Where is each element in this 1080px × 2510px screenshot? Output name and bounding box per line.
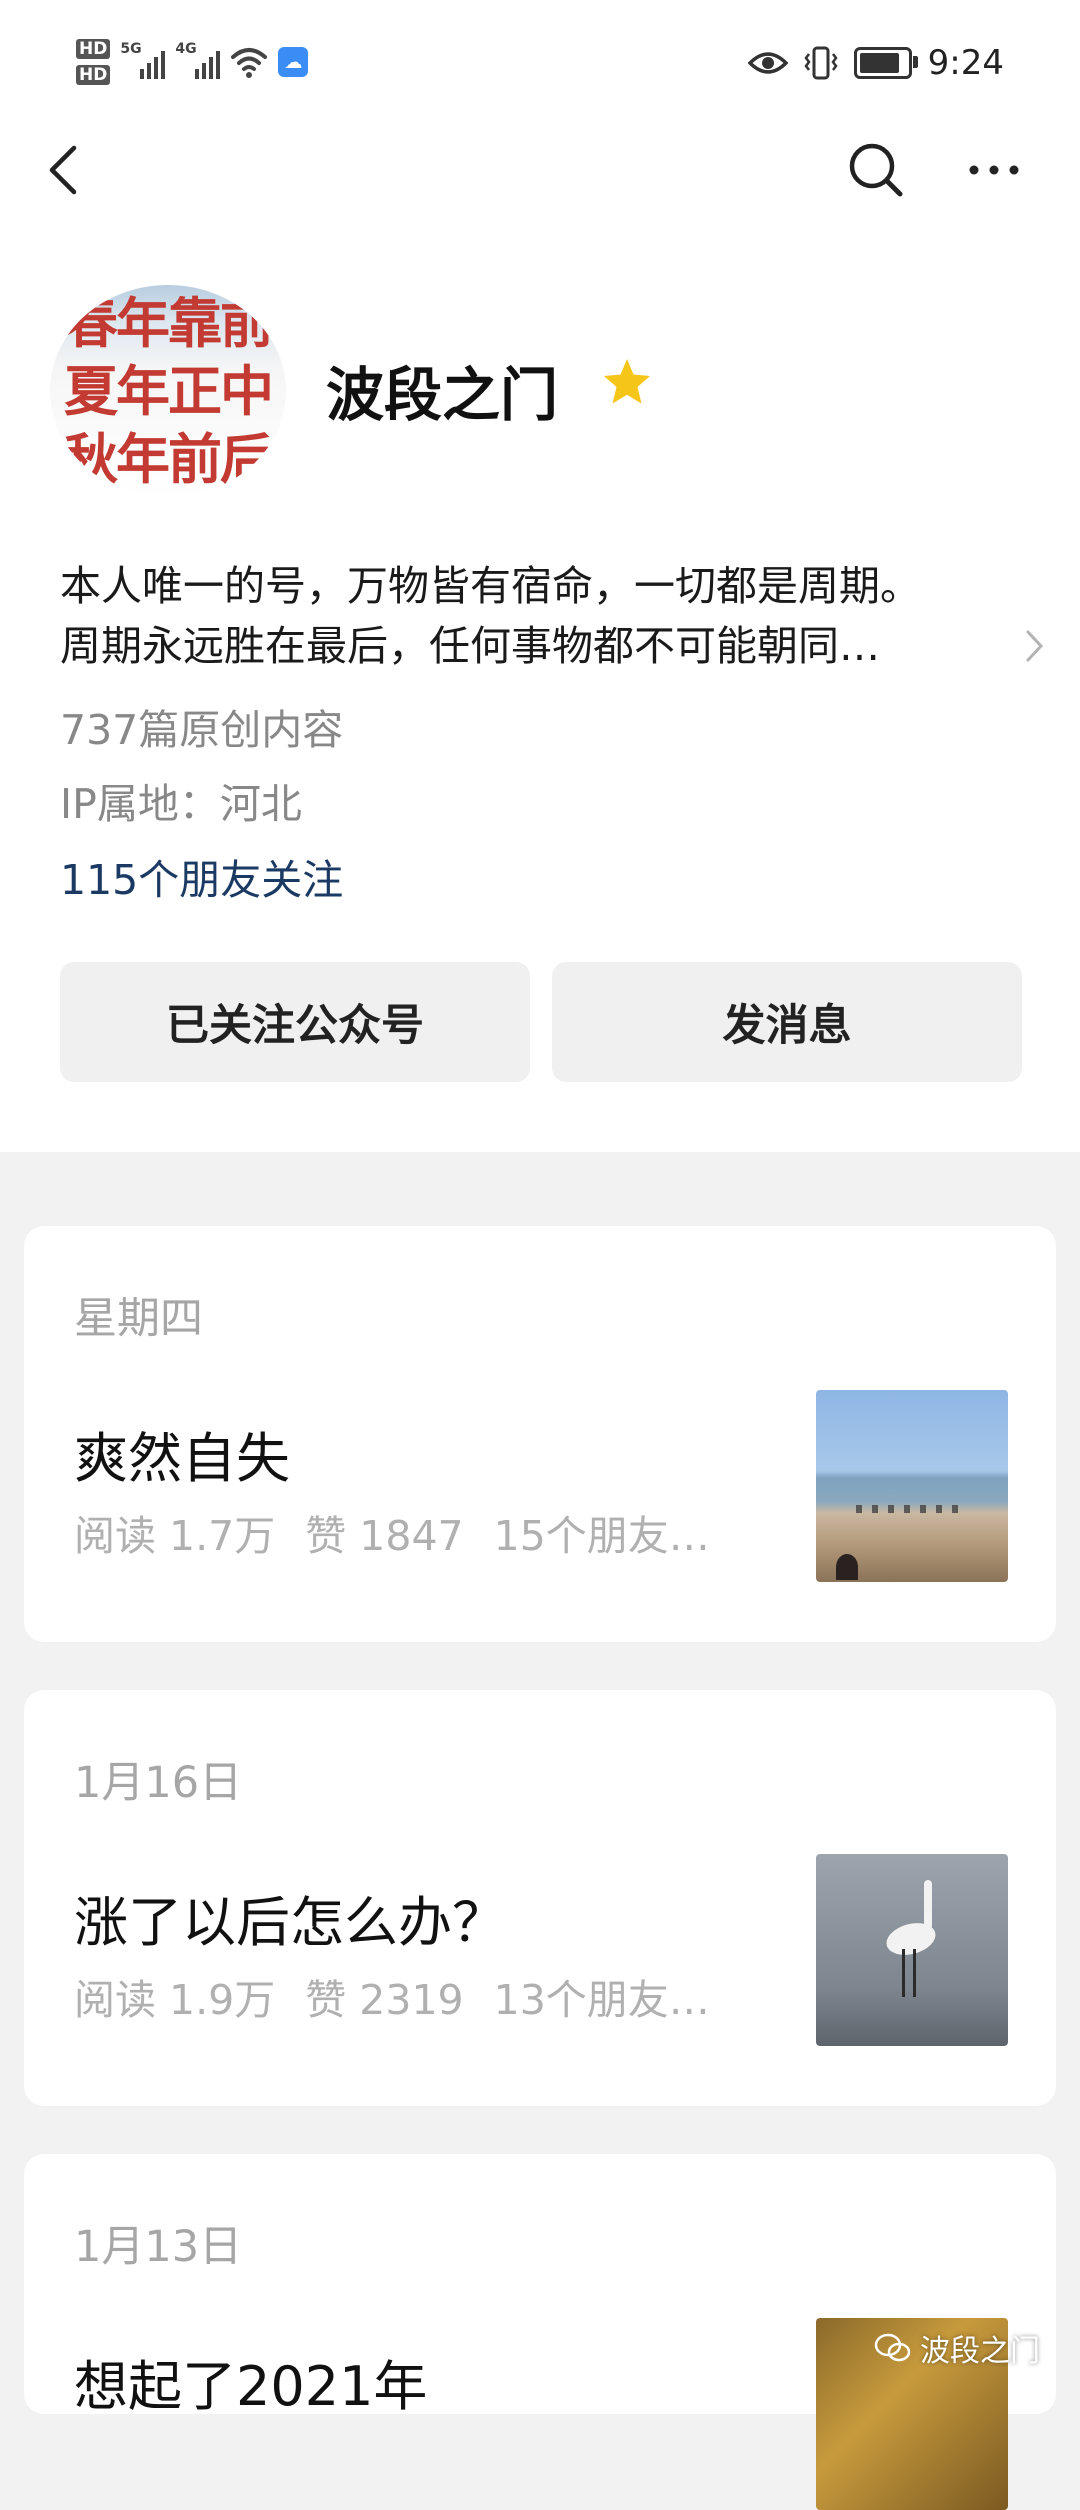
article-card[interactable]: 1月13日 想起了2021年 [24, 2154, 1056, 2510]
bio-line-2: 周期永远胜在最后，任何事物都不可能朝同… [60, 622, 880, 670]
friends-read: 13个朋友… [493, 1976, 710, 2024]
network-type-4g: 4G [175, 41, 197, 57]
status-left: HD HD 5G 4G ☁ [76, 30, 309, 94]
account-name: 波段之门 [326, 361, 559, 429]
battery-icon [853, 47, 918, 79]
avatar-text-line-2: 夏年正中 [64, 359, 274, 423]
article-title: 想起了2021年 [74, 2355, 428, 2418]
article-card[interactable]: 1月16日 涨了以后怎么办？ 阅读 1.9万 赞 2319 13个朋友… [24, 1690, 1056, 2106]
cloud-app-icon: ☁ [278, 47, 309, 77]
status-right: 9:24 [747, 38, 1004, 88]
signal-4g-icon: 4G [175, 41, 221, 79]
more-options-icon[interactable] [964, 150, 1024, 190]
wifi-icon [231, 48, 268, 78]
battery-level [859, 53, 899, 73]
account-avatar[interactable]: 春年靠前 夏年正中 秋年前后 [50, 285, 286, 497]
ip-location: IP属地：河北 [60, 780, 302, 828]
article-thumbnail-heron [816, 1854, 1008, 2046]
signal-5g-icon: 5G [120, 41, 166, 79]
back-chevron-icon[interactable] [40, 140, 90, 200]
article-date: 1月13日 [74, 2222, 243, 2272]
article-title: 涨了以后怎么办？ [74, 1891, 506, 1954]
friends-read: 15个朋友… [493, 1512, 710, 1560]
article-date: 星期四 [74, 1294, 203, 1344]
watermark-text: 波段之门 [920, 2334, 1040, 2369]
chevron-right-icon[interactable] [1024, 626, 1046, 666]
search-icon[interactable] [846, 140, 906, 200]
hd-badge-2: HD [76, 65, 111, 85]
network-type-5g: 5G [120, 41, 142, 57]
article-stats: 阅读 1.7万 赞 1847 15个朋友… [74, 1502, 710, 1562]
wechat-watermark: 波段之门 [874, 2326, 1040, 2370]
hd-indicators: HD HD [76, 39, 111, 85]
hd-badge-1: HD [76, 39, 111, 59]
status-bar: HD HD 5G 4G ☁ 9:24 [0, 0, 1080, 128]
read-count: 阅读 1.9万 [74, 1976, 276, 2024]
like-count: 赞 1847 [305, 1512, 464, 1560]
article-card[interactable]: 星期四 爽然自失 阅读 1.7万 赞 1847 15个朋友… [24, 1226, 1056, 1642]
article-stats: 阅读 1.9万 赞 2319 13个朋友… [74, 1966, 710, 2026]
wechat-icon [874, 2333, 911, 2362]
article-date: 1月16日 [74, 1758, 243, 1808]
article-title: 爽然自失 [74, 1427, 290, 1490]
vibrate-icon [804, 46, 838, 80]
like-count: 赞 2319 [305, 1976, 464, 2024]
star-icon[interactable] [600, 355, 654, 409]
account-bio[interactable]: 本人唯一的号，万物皆有宿命，一切都是周期。 周期永远胜在最后，任何事物都不可能朝… [60, 556, 1020, 676]
send-message-button[interactable]: 发消息 [552, 962, 1022, 1082]
clock: 9:24 [927, 43, 1004, 83]
eye-icon [747, 52, 788, 74]
friends-following-link[interactable]: 115个朋友关注 [60, 846, 343, 906]
followed-account-button[interactable]: 已关注公众号 [60, 962, 530, 1082]
original-article-count: 737篇原创内容 [60, 706, 344, 754]
bio-line-1: 本人唯一的号，万物皆有宿命，一切都是周期。 [60, 562, 921, 610]
read-count: 阅读 1.7万 [74, 1512, 276, 1560]
article-thumbnail-beach [816, 1390, 1008, 1582]
